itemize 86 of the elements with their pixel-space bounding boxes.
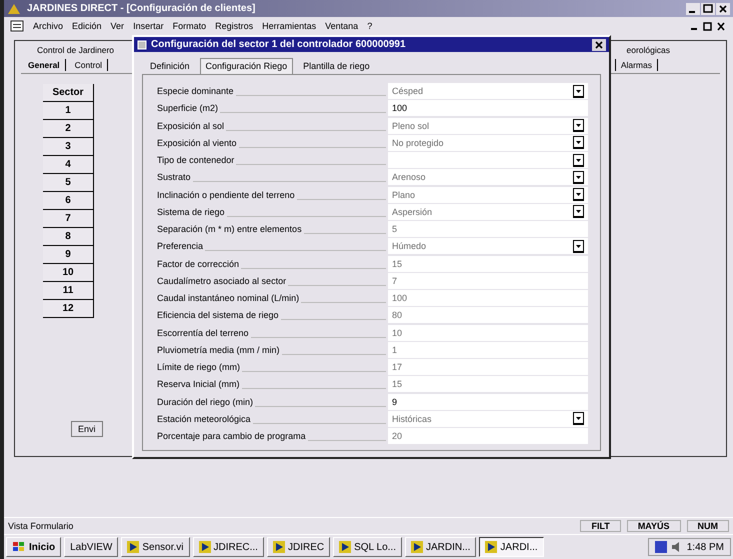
- play-icon: [339, 541, 352, 553]
- row-header[interactable]: 2: [43, 120, 94, 138]
- field-label: Inclinación o pendiente del terreno: [157, 190, 295, 200]
- taskbar-button[interactable]: JARDIN...: [404, 537, 476, 557]
- tab[interactable]: General: [23, 59, 66, 71]
- minimize-icon[interactable]: [686, 2, 700, 14]
- row-header[interactable]: 11: [43, 282, 94, 300]
- tab[interactable]: Configuración Riego: [200, 58, 294, 74]
- field-label: Factor de corrección: [157, 258, 240, 268]
- field-label: Preferencia: [157, 241, 204, 252]
- play-icon: [198, 541, 211, 553]
- row-header[interactable]: 3: [43, 138, 94, 156]
- taskbar-button[interactable]: LabVIEW: [64, 537, 118, 557]
- restore-icon[interactable]: [702, 20, 714, 32]
- document-icon[interactable]: [10, 20, 24, 32]
- window-icon: [137, 40, 147, 50]
- row-header[interactable]: 8: [43, 228, 94, 246]
- row-header[interactable]: 7: [43, 210, 94, 228]
- tab[interactable]: Definición: [144, 58, 196, 74]
- field-label: Escorrentía del terreno: [157, 328, 249, 338]
- status-text: Vista Formulario: [8, 521, 74, 531]
- field-label: Pluviometría media (mm / min): [157, 344, 280, 355]
- tab[interactable]: Alarmas: [614, 59, 658, 71]
- field-label: Tipo de contenedor: [157, 155, 234, 165]
- status-indicator: NUM: [686, 520, 729, 532]
- field-label: Exposición al sol: [157, 120, 224, 130]
- row-header[interactable]: 10: [43, 264, 94, 282]
- row-header[interactable]: 6: [43, 192, 94, 210]
- dialog-title: Configuración del sector 1 del controlador 600000991: [151, 39, 406, 50]
- menu-item[interactable]: Insertar: [133, 21, 164, 31]
- status-indicator: MAYÚS: [626, 520, 680, 532]
- field-label: Porcentaje para cambio de programa: [157, 431, 306, 441]
- row-header[interactable]: 4: [43, 156, 94, 174]
- field-label: Superficie (m2): [157, 103, 218, 114]
- tab[interactable]: Control: [70, 59, 108, 71]
- menu-item[interactable]: ?: [367, 21, 372, 31]
- field-label: Caudal instantáneo nominal (L/min): [157, 293, 300, 303]
- field-label: Exposición al viento: [157, 138, 237, 148]
- menu-item[interactable]: Archivo: [33, 21, 64, 31]
- app-icon: [7, 2, 21, 14]
- field-label: Reserva Inicial (mm): [157, 379, 240, 390]
- taskbar-button[interactable]: JDIREC...: [192, 537, 264, 557]
- row-header[interactable]: 12: [43, 300, 94, 318]
- taskbar-button[interactable]: Sensor.vi: [121, 537, 190, 557]
- maximize-icon[interactable]: [701, 2, 715, 14]
- column-header: Sector: [43, 84, 94, 102]
- field-label: Eficiencia del sistema de riego: [157, 310, 279, 320]
- close-icon[interactable]: [715, 20, 727, 32]
- menu-item[interactable]: Ventana: [325, 21, 358, 31]
- field-label: Estación meteorológica: [157, 414, 251, 424]
- play-icon: [272, 541, 285, 553]
- windows-logo-icon: [12, 541, 26, 553]
- field-label: Especie dominante: [157, 86, 234, 96]
- close-icon[interactable]: [592, 38, 606, 50]
- close-icon[interactable]: [716, 2, 730, 14]
- send-button[interactable]: Envi: [71, 421, 103, 437]
- start-button[interactable]: Inicio: [6, 537, 62, 557]
- form-caption: Control de Jardinero: [37, 45, 114, 55]
- taskbar-button[interactable]: JARDI...: [479, 537, 544, 557]
- field-label: Caudalímetro asociado al sector: [157, 276, 286, 286]
- field-label: Límite de riego (mm): [157, 362, 240, 372]
- menu-item[interactable]: Formato: [172, 21, 206, 31]
- taskbar-button[interactable]: SQL Lo...: [333, 537, 402, 557]
- row-header[interactable]: 9: [43, 246, 94, 264]
- menu-item[interactable]: Registros: [215, 21, 254, 31]
- clock: 1:48 PM: [686, 542, 724, 552]
- row-header[interactable]: 1: [43, 102, 94, 120]
- window-title: JARDINES DIRECT - [Configuración de clientes]: [27, 3, 256, 14]
- row-header[interactable]: 5: [43, 174, 94, 192]
- status-indicator: FILT: [580, 520, 621, 532]
- field-label: Separación (m * m) entre elementos: [157, 224, 302, 234]
- tab[interactable]: Plantilla de riego: [297, 58, 376, 74]
- menu-item[interactable]: Herramientas: [262, 21, 316, 31]
- play-icon: [410, 541, 423, 553]
- field-label: Sistema de riego: [157, 206, 225, 217]
- menu-item[interactable]: Ver: [110, 21, 124, 31]
- menu-item[interactable]: Edición: [72, 21, 102, 31]
- tray-icon[interactable]: [654, 541, 667, 553]
- play-icon: [127, 541, 140, 553]
- field-label: Sustrato: [157, 172, 191, 182]
- input-field[interactable]: 100: [388, 100, 588, 116]
- form-caption: eorológicas: [626, 45, 670, 55]
- field-label: Duración del riego (min): [157, 396, 254, 406]
- play-icon: [485, 541, 498, 553]
- input-field[interactable]: 9: [388, 394, 588, 410]
- taskbar-button[interactable]: JDIREC: [266, 537, 330, 557]
